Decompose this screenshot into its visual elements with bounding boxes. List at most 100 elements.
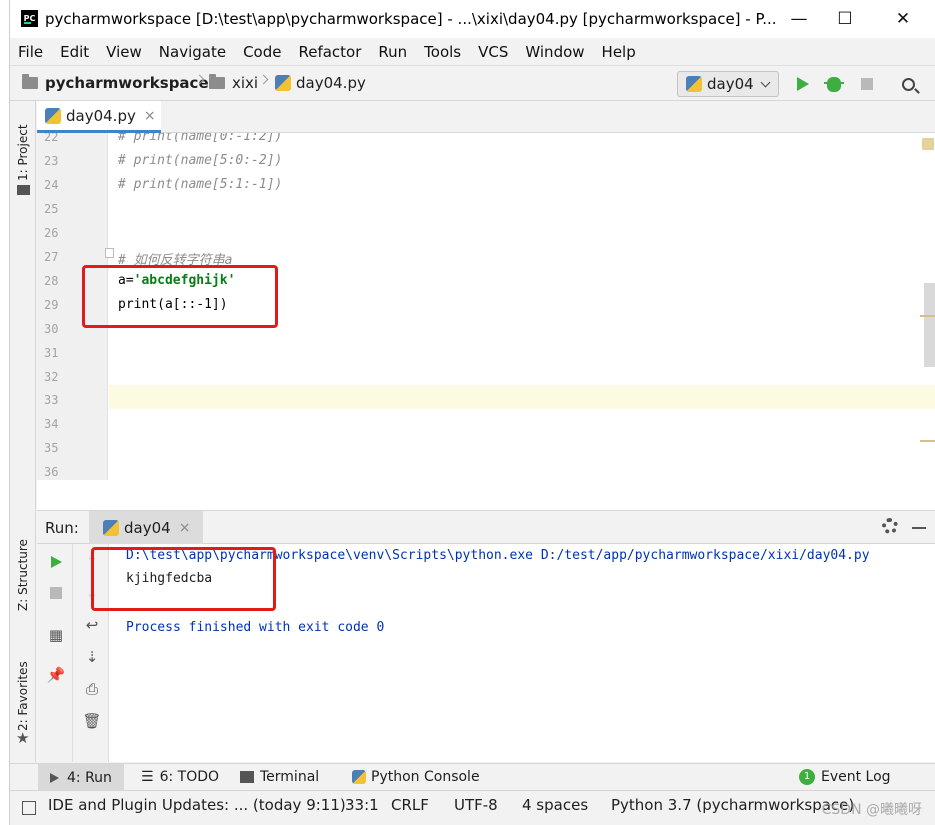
toggle-tool-windows-icon[interactable] [22, 801, 36, 815]
menu-refactor[interactable]: Refactor [298, 43, 361, 61]
menu-vcs[interactable]: VCS [478, 43, 508, 61]
console-finish: Process finished with exit code 0 [126, 620, 385, 635]
menu-help[interactable]: Help [602, 43, 636, 61]
tool-tab-python-console-label: Python Console [371, 769, 480, 785]
event-count-badge: 1 [799, 769, 815, 785]
line-number: 28 [44, 274, 59, 288]
tool-tab-event-log-label: Event Log [821, 769, 891, 785]
code-editor[interactable]: 22 23 24 25 26 27 28 29 30 31 32 33 34 3… [37, 133, 935, 480]
menu-view[interactable]: View [106, 43, 142, 61]
minimize-button[interactable]: — [776, 0, 822, 38]
status-caret-position[interactable]: 33:1 [345, 796, 379, 814]
breadcrumb-folder[interactable]: xixi [209, 74, 258, 92]
hide-panel-icon[interactable] [912, 527, 926, 529]
code-line-24: # print(name[5:1:-1]) [118, 177, 283, 192]
trash-icon[interactable]: 🗑 [82, 712, 101, 730]
tab-day04-py[interactable]: day04.py × [37, 101, 161, 133]
stop-icon [50, 587, 62, 599]
python-icon [686, 76, 702, 92]
tool-tab-terminal-label: Terminal [260, 769, 320, 785]
soft-wrap-icon[interactable]: ↩ [83, 616, 101, 634]
line-number: 31 [44, 346, 59, 360]
line-number: 23 [44, 154, 59, 168]
line-number: 27 [44, 250, 59, 264]
print-icon[interactable]: ⎙ [83, 680, 101, 698]
tool-tab-terminal[interactable]: Terminal [240, 769, 319, 785]
line-number: 24 [44, 178, 59, 192]
scroll-to-end-icon[interactable]: ⇣ [83, 648, 101, 666]
stop-run-button[interactable] [47, 584, 65, 602]
menu-bar: File Edit View Navigate Code Refactor Ru… [10, 38, 935, 65]
layout-icon[interactable]: ▦ [47, 626, 65, 644]
code-line-23: # print(name[5:0:-2]) [118, 153, 283, 168]
pycharm-window: PC pycharmworkspace [D:\test\app\pycharm… [9, 0, 935, 825]
chevron-right-icon [258, 74, 269, 85]
code-line-22: # print(name[0:-1:2]) [118, 133, 283, 144]
status-encoding[interactable]: UTF-8 [454, 796, 498, 814]
tool-tab-event-log[interactable]: 1 Event Log [799, 769, 891, 785]
line-number: 34 [44, 417, 59, 431]
line-number: 29 [44, 298, 59, 312]
status-line-separator[interactable]: CRLF [391, 796, 429, 814]
status-bar: IDE and Plugin Updates: ... (today 9:11)… [10, 790, 935, 825]
maximize-button[interactable]: ☐ [822, 0, 868, 38]
menu-navigate[interactable]: Navigate [159, 43, 226, 61]
line-number: 26 [44, 226, 59, 240]
rerun-button[interactable] [47, 553, 65, 571]
current-line-highlight [109, 385, 935, 409]
status-updates[interactable]: IDE and Plugin Updates: ... (today 9:11) [48, 796, 346, 814]
run-configuration-label: day04 [707, 75, 754, 93]
inspection-marker[interactable] [922, 138, 934, 150]
star-icon: ★ [16, 729, 30, 747]
chevron-down-icon [760, 77, 771, 88]
tool-tab-run[interactable]: 4: Run [38, 764, 124, 791]
title-bar: PC pycharmworkspace [D:\test\app\pycharm… [10, 0, 935, 38]
menu-file[interactable]: File [18, 43, 43, 61]
highlight-box-code [82, 265, 278, 328]
folder-icon [209, 74, 225, 89]
run-tool-icon [50, 772, 59, 783]
editor-scrollbar[interactable] [924, 283, 935, 367]
close-button[interactable]: ✕ [880, 0, 926, 38]
pin-icon[interactable]: 📌 [47, 666, 66, 684]
debug-button[interactable] [824, 75, 844, 93]
menu-tools[interactable]: Tools [424, 43, 461, 61]
left-tool-strip: 1: Project Z: Structure 2: Favorites ★ [10, 101, 36, 762]
gear-icon[interactable] [882, 518, 898, 534]
list-icon: ☰ [141, 769, 154, 785]
close-tab-icon[interactable]: × [144, 108, 156, 124]
search-icon [901, 77, 915, 91]
play-icon [50, 556, 62, 568]
status-interpreter[interactable]: Python 3.7 (pycharmworkspace) [611, 796, 854, 814]
run-tab-day04[interactable]: day04 × [89, 511, 203, 544]
fold-icon[interactable] [105, 248, 114, 258]
line-number: 36 [44, 465, 59, 479]
run-panel-label: Run: [45, 519, 79, 537]
python-file-icon [45, 107, 61, 124]
tool-tab-python-console[interactable]: Python Console [352, 769, 480, 785]
tool-tab-todo[interactable]: ☰ 6: TODO [141, 769, 219, 785]
menu-code[interactable]: Code [243, 43, 281, 61]
search-button[interactable] [899, 75, 917, 93]
stop-button[interactable] [858, 75, 876, 93]
project-tool-tab[interactable]: 1: Project [16, 124, 30, 181]
terminal-icon [240, 771, 254, 783]
favorites-tool-tab[interactable]: 2: Favorites [16, 661, 30, 731]
menu-window[interactable]: Window [525, 43, 584, 61]
line-number: 22 [44, 133, 59, 144]
menu-edit[interactable]: Edit [60, 43, 89, 61]
navigation-bar: pycharmworkspace xixi day04.py day04 [10, 65, 935, 101]
breadcrumb-project[interactable]: pycharmworkspace [22, 74, 209, 92]
python-icon [103, 519, 119, 536]
run-configuration-select[interactable]: day04 [677, 71, 779, 97]
close-run-tab-icon[interactable]: × [179, 520, 191, 536]
menu-run[interactable]: Run [378, 43, 407, 61]
breadcrumb-folder-label: xixi [232, 74, 259, 92]
tool-tab-todo-label: 6: TODO [159, 769, 220, 785]
python-console-icon [352, 770, 366, 784]
breadcrumb-file[interactable]: day04.py [275, 74, 366, 92]
run-button[interactable] [794, 75, 812, 93]
status-indent[interactable]: 4 spaces [522, 796, 588, 814]
structure-tool-tab[interactable]: Z: Structure [16, 539, 30, 611]
run-tab-label: day04 [124, 518, 171, 537]
